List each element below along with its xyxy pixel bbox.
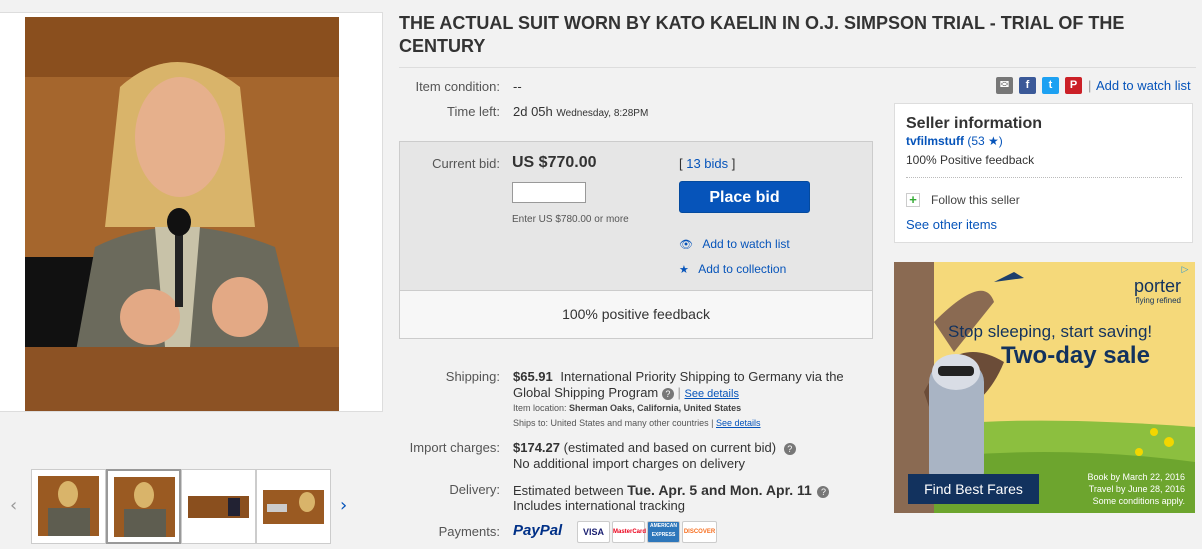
shipping-line-1: $65.91 International Priority Shipping t… [513,369,844,384]
delivery-label: Delivery: [449,482,500,497]
time-left-label: Time left: [447,104,500,119]
ad-fine-1: Book by March 22, 2016 [1087,472,1185,482]
plus-icon[interactable]: + [906,193,920,207]
seller-name-row: tvfilmstuff (53 ★) [906,134,1003,148]
chevron-right-icon[interactable]: › [340,495,347,516]
place-bid-button[interactable]: Place bid [679,181,810,213]
see-other-items-link[interactable]: See other items [906,217,997,232]
main-image-frame[interactable] [0,12,383,412]
positive-feedback: 100% Positive feedback [906,153,1035,167]
delivery-prefix: Estimated between [513,483,624,498]
thumbnail-3[interactable] [181,469,256,544]
discover-icon: DISCOVER [682,521,717,543]
item-title: THE ACTUAL SUIT WORN BY KATO KAELIN IN O… [399,13,1125,56]
delivery-note: Includes international tracking [513,498,685,513]
bid-count: [ 13 bids ] [679,156,735,171]
paypal-logo: PayPal [513,522,563,539]
current-bid-label: Current bid: [432,156,500,171]
add-to-watch-list-button[interactable]: Add to watch list [702,237,789,251]
end-time: Wednesday, 8:28PM [556,108,649,119]
separator: | [677,385,681,400]
seller-feedback-summary: 100% positive feedback [400,290,872,338]
facebook-icon[interactable]: f [1019,77,1036,94]
ad-choices-icon[interactable]: ▷ [1179,264,1191,276]
thumbnail-1[interactable] [31,469,106,544]
delivery-line: Estimated between Tue. Apr. 5 and Mon. A… [513,482,830,498]
seller-name-link[interactable]: tvfilmstuff [906,134,964,148]
help-icon[interactable]: ? [783,443,796,455]
follow-seller-link[interactable]: Follow this seller [931,193,1020,207]
twitter-icon[interactable]: t [1042,77,1059,94]
bid-bracket-close: ] [728,156,736,171]
visa-icon: VISA [577,521,610,543]
separator: | [1088,78,1092,93]
add-to-collection-button[interactable]: Add to collection [698,262,786,276]
thumbnail-2[interactable] [106,469,181,544]
item-location-value: Sherman Oaks, California, United States [569,403,742,413]
bid-count-link[interactable]: 13 bids [686,156,728,171]
ships-to-label: Ships to: [513,418,549,428]
collection-action[interactable]: ★ Add to collection [679,262,786,276]
help-icon[interactable]: ? [661,388,674,400]
time-left-value: 2d 05h Wednesday, 8:28PM [513,104,648,119]
seller-information-box: Seller information tvfilmstuff (53 ★) 10… [894,103,1193,243]
current-bid-price: US $770.00 [512,154,597,171]
shipping-cost: $65.91 [513,369,553,384]
item-location: Item location: Sherman Oaks, California,… [513,403,741,413]
star-icon: ★ [679,264,689,276]
ships-to: Ships to: United States and many other c… [513,418,761,428]
bid-box: Current bid: US $770.00 [ 13 bids ] Ente… [399,141,873,339]
advertisement[interactable]: ▷ porter flying refined Stop sleeping, s… [894,262,1195,513]
seller-heading: Seller information [906,115,1043,132]
ad-sale: Two-day sale [1001,342,1150,369]
delivery-dates: Tue. Apr. 5 and Mon. Apr. 11 [627,482,812,498]
shipping-label: Shipping: [445,369,500,384]
thumbnail-4[interactable] [256,469,331,544]
star-icon: ★ [988,134,999,148]
condition-label: Item condition: [415,79,500,94]
shipping-desc: International Priority Shipping to Germa… [560,369,844,384]
import-label: Import charges: [409,440,500,455]
divider [906,177,1182,178]
shipping-line-2: Global Shipping Program ? | See details [513,385,739,400]
ad-fine-2: Travel by June 28, 2016 [1088,484,1185,494]
pinterest-icon[interactable]: P [1065,77,1082,94]
mastercard-icon: MasterCard [612,521,646,543]
ships-see-details-link[interactable]: See details [716,418,761,428]
import-desc: (estimated and based on current bid) [563,440,777,455]
import-note: No additional import charges on delivery [513,456,745,471]
find-best-fares-button[interactable]: Find Best Fares [908,474,1039,504]
divider [399,67,1196,68]
see-details-link[interactable]: See details [685,388,739,400]
global-shipping: Global Shipping Program [513,385,659,400]
ships-to-value: United States and many other countries | [550,418,714,428]
condition-value: -- [513,79,522,94]
time-left: 2d 05h [513,104,553,119]
add-to-watch-list-link[interactable]: Add to watch list [1096,78,1191,93]
import-line-1: $174.27 (estimated and based on current … [513,440,796,455]
email-icon[interactable]: ✉ [996,77,1013,94]
import-cost: $174.27 [513,440,560,455]
bid-amount-input[interactable] [512,182,586,203]
eye-icon: 👁 [679,239,693,251]
feedback-score-close: ) [998,134,1003,148]
watch-list-action[interactable]: 👁 Add to watch list [679,237,790,251]
feedback-score[interactable]: (53 [967,134,984,148]
bid-hint: Enter US $780.00 or more [512,214,629,225]
payments-label: Payments: [438,524,500,539]
item-location-label: Item location: [513,403,567,413]
item-photo[interactable] [25,17,339,411]
help-icon[interactable]: ? [817,486,830,498]
ad-headline: Stop sleeping, start saving! [948,322,1153,341]
amex-icon: AMERICAN EXPRESS [647,521,680,543]
chevron-left-icon[interactable]: ‹ [10,495,17,516]
ad-fine-3: Some conditions apply. [1092,496,1185,506]
ad-tagline: flying refined [1135,296,1181,305]
ad-brand: porter [1133,276,1181,296]
